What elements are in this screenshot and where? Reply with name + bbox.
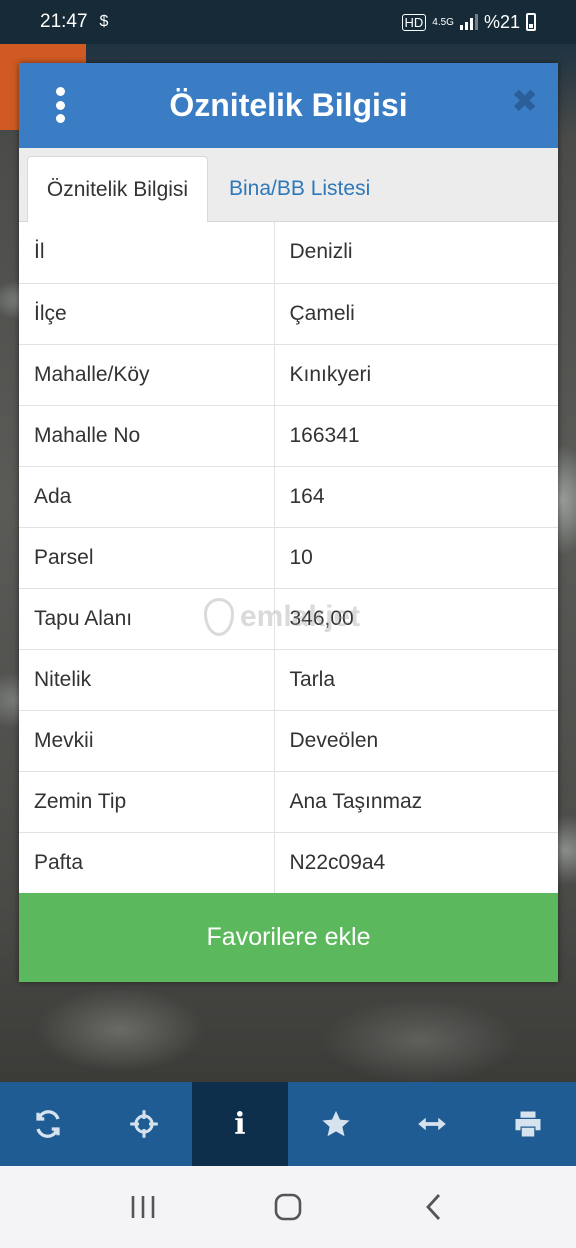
table-row: Mahalle No 166341 (19, 405, 558, 467)
status-time: 21:47 (40, 11, 88, 32)
attribute-key: Mahalle No (19, 405, 275, 467)
tab-bar: Öznitelik Bilgisi Bina/BB Listesi (19, 148, 558, 222)
attribute-key: Pafta (19, 832, 275, 894)
table-row: Nitelik Tarla (19, 649, 558, 711)
signal-icon (459, 14, 478, 30)
more-options-icon[interactable] (49, 87, 71, 123)
attribute-value: Ana Taşınmaz (274, 771, 558, 833)
bottom-toolbar: i (0, 1082, 576, 1166)
dialog-header: Öznitelik Bilgisi ✖ (19, 63, 558, 148)
attribute-key: Mahalle/Köy (19, 344, 275, 406)
info-icon[interactable]: i (192, 1082, 288, 1166)
info-glyph: i (234, 1106, 246, 1142)
battery-level: %21 (483, 11, 520, 32)
attribute-value: Deveölen (274, 710, 558, 772)
table-row: Pafta N22c09a4 (19, 832, 558, 894)
tab-attribute-info[interactable]: Öznitelik Bilgisi (27, 156, 208, 222)
currency-icon: $ (99, 13, 109, 30)
network-type: 4.5G (432, 16, 454, 28)
dialog-title: Öznitelik Bilgisi (169, 87, 408, 123)
attribute-value: 346,00 (274, 588, 558, 650)
table-row: İl Denizli (19, 222, 558, 284)
attribute-key: Zemin Tip (19, 771, 275, 833)
home-icon[interactable] (258, 1177, 318, 1237)
attribute-value: 166341 (274, 405, 558, 467)
system-nav-bar (0, 1166, 576, 1248)
attribute-key: İl (19, 222, 275, 284)
table-row: Parsel 10 (19, 527, 558, 589)
star-icon[interactable] (288, 1082, 384, 1166)
attribute-key: Tapu Alanı (19, 588, 275, 650)
attribute-value: Kınıkyeri (274, 344, 558, 406)
print-icon[interactable] (480, 1082, 576, 1166)
battery-icon (526, 13, 536, 31)
table-row: Ada 164 (19, 466, 558, 528)
table-row: Mevkii Deveölen (19, 710, 558, 772)
add-favorite-button[interactable]: Favorilere ekle (19, 893, 558, 982)
attribute-value: 164 (274, 466, 558, 528)
measure-icon[interactable] (384, 1082, 480, 1166)
attribute-value: Tarla (274, 649, 558, 711)
attribute-table: İl Denizli İlçe Çameli Mahalle/Köy Kınıkyeri M… (19, 222, 558, 894)
attribute-key: Parsel (19, 527, 275, 589)
attribute-dialog: Öznitelik Bilgisi ✖ Öznitelik Bilgisi Bi… (19, 63, 558, 982)
attribute-key: İlçe (19, 283, 275, 345)
table-row: İlçe Çameli (19, 283, 558, 345)
table-row: Tapu Alanı 346,00 (19, 588, 558, 650)
refresh-icon[interactable] (0, 1082, 96, 1166)
crosshair-icon[interactable] (96, 1082, 192, 1166)
attribute-key: Nitelik (19, 649, 275, 711)
table-row: Mahalle/Köy Kınıkyeri (19, 344, 558, 406)
attribute-value: Çameli (274, 283, 558, 345)
attribute-value: 10 (274, 527, 558, 589)
status-bar: 21:47 $ HD 4.5G %21 (0, 0, 576, 44)
close-icon[interactable]: ✖ (511, 85, 538, 117)
tab-building-list[interactable]: Bina/BB Listesi (215, 156, 384, 222)
attribute-value: N22c09a4 (274, 832, 558, 894)
recent-apps-icon[interactable] (113, 1177, 173, 1237)
hd-call-icon: HD (401, 13, 427, 31)
back-icon[interactable] (403, 1177, 463, 1237)
attribute-value: Denizli (274, 222, 558, 284)
attribute-key: Ada (19, 466, 275, 528)
attribute-key: Mevkii (19, 710, 275, 772)
table-row: Zemin Tip Ana Taşınmaz (19, 771, 558, 833)
